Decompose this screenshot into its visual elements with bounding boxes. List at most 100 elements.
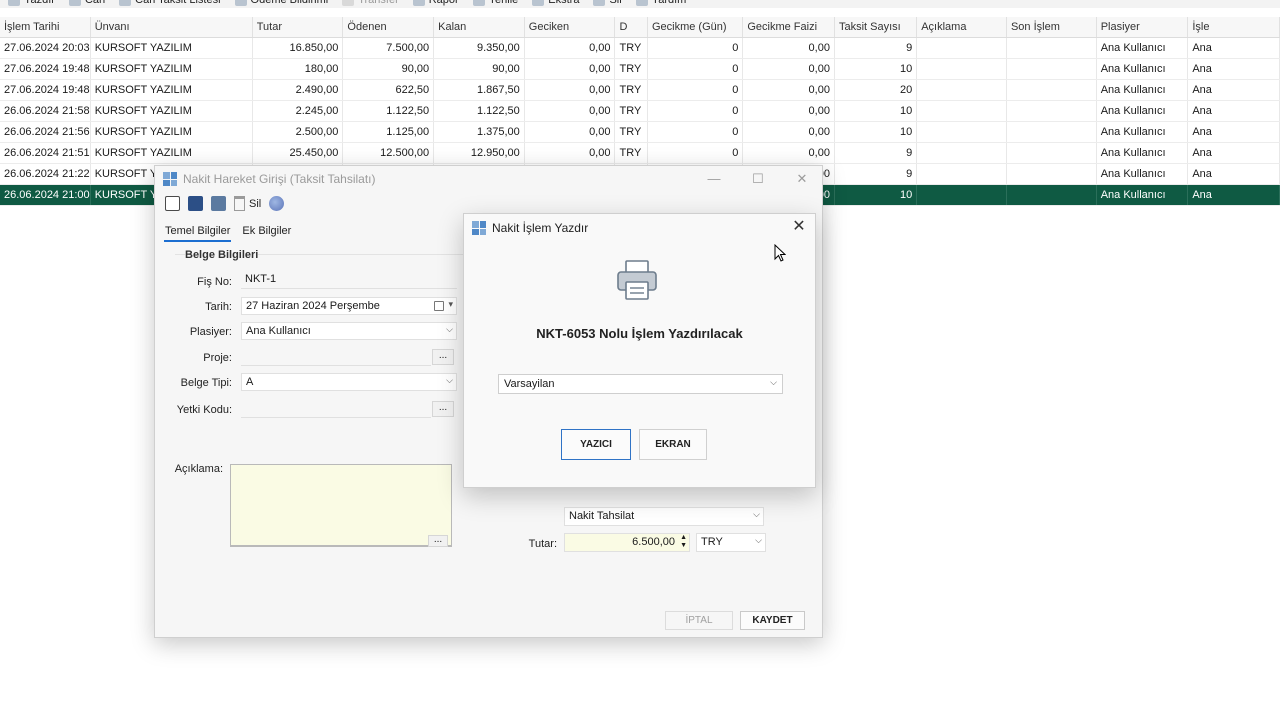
- column-header[interactable]: Ünvanı: [91, 17, 253, 37]
- toolbar-item-cari-taksit-listesi[interactable]: Cari Taksit Listesi: [119, 0, 221, 6]
- toolbar-item-yazd-r[interactable]: Yazdır: [8, 0, 55, 6]
- table-cell: [917, 122, 1007, 142]
- table-cell: 0: [648, 80, 744, 100]
- tab-ek-bilgiler[interactable]: Ek Bilgiler: [241, 224, 292, 242]
- table-cell: 26.06.2024 21:51: [0, 143, 91, 163]
- print-template-select[interactable]: Varsayilan ⌵: [498, 374, 783, 394]
- table-cell: 7.500,00: [343, 38, 435, 58]
- table-cell: [1007, 80, 1097, 100]
- doviz-select[interactable]: TRY ⌵: [696, 533, 766, 552]
- close-button[interactable]: ✕: [791, 170, 813, 188]
- table-cell: 2.490,00: [253, 80, 344, 100]
- column-header[interactable]: Gecikme Faizi: [743, 17, 835, 37]
- column-header[interactable]: İşle: [1188, 17, 1280, 37]
- aciklama-memo[interactable]: [230, 464, 452, 547]
- table-cell: 0: [648, 59, 744, 79]
- close-button[interactable]: ✕: [789, 218, 809, 236]
- toolbar-item-rapor[interactable]: Rapor: [412, 0, 459, 6]
- chevron-down-icon[interactable]: ▾: [448, 299, 453, 310]
- save-button[interactable]: KAYDET: [740, 611, 805, 630]
- tab-temel-bilgiler[interactable]: Temel Bilgiler: [164, 224, 232, 242]
- table-cell: KURSOFT YAZILIM: [91, 38, 253, 58]
- proje-field[interactable]: [241, 348, 431, 366]
- belge-tipi-select[interactable]: A ⌵: [241, 373, 457, 391]
- minimize-button[interactable]: —: [703, 170, 725, 188]
- table-cell: Ana: [1188, 185, 1280, 205]
- column-header[interactable]: Taksit Sayısı: [835, 17, 918, 37]
- chevron-down-icon: ⌵: [446, 324, 453, 334]
- table-cell: [917, 80, 1007, 100]
- yetki-kodu-browse-button[interactable]: ...: [432, 401, 454, 417]
- column-header[interactable]: Geciken: [525, 17, 616, 37]
- table-cell: TRY: [615, 80, 648, 100]
- spinner-icon[interactable]: ▲ ▼: [680, 534, 687, 550]
- toolbar-item--deme-bildirimi[interactable]: Ödeme Bildirimi: [234, 0, 328, 6]
- add-icon: [532, 0, 545, 6]
- printer-icon[interactable]: [211, 196, 226, 211]
- table-cell: TRY: [615, 59, 648, 79]
- table-cell: 0: [648, 143, 744, 163]
- delete-button[interactable]: Sil: [234, 196, 261, 211]
- table-row[interactable]: 27.06.2024 19:48 KURSOFT YAZILIM 180,00 90,…: [0, 59, 1280, 80]
- doviz-value: TRY: [701, 536, 723, 548]
- calendar-icon[interactable]: [434, 301, 444, 311]
- table-cell: KURSOFT YAZILIM: [91, 101, 253, 121]
- table-cell: 27.06.2024 20:03: [0, 38, 91, 58]
- toolbar-item-yenile[interactable]: Yenile: [472, 0, 518, 6]
- app-icon: [163, 172, 177, 186]
- trash-icon: [593, 0, 606, 6]
- printer-button[interactable]: YAZICI: [561, 429, 631, 460]
- table-cell: Ana: [1188, 101, 1280, 121]
- column-header[interactable]: Kalan: [434, 17, 525, 37]
- column-header[interactable]: Son İşlem: [1007, 17, 1097, 37]
- column-header[interactable]: İşlem Tarihi: [0, 17, 91, 37]
- fis-no-field[interactable]: NKT-1: [241, 271, 457, 289]
- table-cell: 0,00: [743, 59, 835, 79]
- list-icon: [119, 0, 132, 6]
- table-cell: Ana: [1188, 122, 1280, 142]
- table-row[interactable]: 27.06.2024 19:48 KURSOFT YAZILIM 2.490,00 6…: [0, 80, 1280, 101]
- table-cell: 1.867,50: [434, 80, 525, 100]
- table-cell: 26.06.2024 21:58: [0, 101, 91, 121]
- column-header[interactable]: D: [615, 17, 648, 37]
- screen-button[interactable]: EKRAN: [639, 429, 707, 460]
- toolbar-item-sil[interactable]: Sil: [593, 0, 622, 6]
- column-header[interactable]: Plasiyer: [1097, 17, 1189, 37]
- tutar-input[interactable]: 6.500,00 ▲ ▼: [564, 533, 690, 552]
- table-row[interactable]: 26.06.2024 21:51 KURSOFT YAZILIM 25.450,00…: [0, 143, 1280, 164]
- proje-browse-button[interactable]: ...: [432, 349, 454, 365]
- print-preview-icon[interactable]: [165, 196, 180, 211]
- toolbar-item-transfer[interactable]: Transfer: [342, 0, 399, 6]
- table-cell: 1.122,50: [434, 101, 525, 121]
- printer-icon: [617, 260, 657, 300]
- save-icon[interactable]: [188, 196, 203, 211]
- column-header[interactable]: Ödenen: [343, 17, 435, 37]
- toolbar-item-ekstra[interactable]: Ekstra: [532, 0, 579, 6]
- aciklama-browse-button[interactable]: ...: [428, 535, 448, 547]
- maximize-button[interactable]: ☐: [747, 170, 769, 188]
- cash-entry-toolbar: Sil: [165, 196, 285, 211]
- cancel-button[interactable]: İPTAL: [665, 611, 733, 630]
- table-cell: [917, 59, 1007, 79]
- column-header[interactable]: Açıklama: [917, 17, 1007, 37]
- table-row[interactable]: 27.06.2024 20:03 KURSOFT YAZILIM 16.850,00…: [0, 38, 1280, 59]
- table-row[interactable]: 26.06.2024 21:56 KURSOFT YAZILIM 2.500,00 1…: [0, 122, 1280, 143]
- table-cell: 10: [835, 101, 918, 121]
- table-cell: Ana: [1188, 59, 1280, 79]
- belge-tipi-label: Belge Tipi:: [180, 377, 232, 389]
- table-cell: 1.122,50: [343, 101, 435, 121]
- globe-icon[interactable]: [269, 196, 285, 211]
- table-row[interactable]: 26.06.2024 21:58 KURSOFT YAZILIM 2.245,00 1…: [0, 101, 1280, 122]
- toolbar-item-yard-m[interactable]: Yardım: [635, 0, 686, 6]
- plasiyer-select[interactable]: Ana Kullanıcı ⌵: [241, 322, 457, 340]
- toolbar-item-label: Cari Taksit Listesi: [135, 0, 220, 6]
- column-header[interactable]: Gecikme (Gün): [648, 17, 744, 37]
- yetki-kodu-field[interactable]: [241, 400, 431, 418]
- column-header[interactable]: Tutar: [253, 17, 344, 37]
- toolbar-item-cari[interactable]: Cari: [68, 0, 105, 6]
- table-cell: [1007, 59, 1097, 79]
- group-title: Belge Bilgileri: [185, 249, 259, 261]
- islem-turu-select[interactable]: Nakit Tahsilat ⌵: [564, 507, 764, 526]
- payment-icon: [234, 0, 247, 6]
- tarih-field[interactable]: 27 Haziran 2024 Perşembe ▾: [241, 297, 457, 315]
